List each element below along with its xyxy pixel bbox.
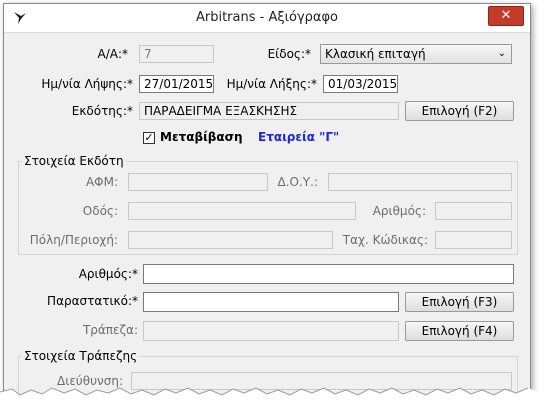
torn-edge-decoration — [0, 387, 539, 420]
street-label: Οδός: — [82, 204, 118, 218]
street-number-field — [435, 202, 512, 220]
zip-field — [435, 231, 512, 249]
transfer-checkbox[interactable]: ✓ — [143, 132, 155, 144]
receipt-date-field[interactable]: 27/01/2015 — [139, 75, 214, 93]
check-number-field[interactable] — [143, 264, 514, 284]
aa-field: 7 — [139, 45, 214, 63]
dialog-window: Arbitrans - Αξιόγραφο ✕ Α/Α:* 7 Είδος:* … — [3, 3, 531, 415]
bank-details-title: Στοιχεία Τράπεζης — [22, 349, 140, 363]
issuer-select-button[interactable]: Επιλογή (F2) — [405, 101, 514, 121]
issuer-details-title: Στοιχεία Εκδότη — [22, 154, 126, 168]
city-label: Πόλη/Περιοχή: — [29, 233, 118, 247]
document-field[interactable] — [143, 292, 399, 312]
check-number-label: Αριθμός:* — [78, 267, 138, 281]
bank-label: Τράπεζα: — [82, 323, 138, 337]
receipt-date-label: Ημ/νία Λήψης:* — [41, 77, 133, 91]
doy-field — [328, 173, 512, 191]
bank-select-button[interactable]: Επιλογή (F4) — [405, 321, 514, 341]
company-label: Εταιρεία "Γ" — [258, 130, 340, 144]
doy-label: Δ.Ο.Υ.: — [277, 175, 318, 189]
street-number-label: Αριθμός: — [372, 204, 426, 218]
close-button[interactable]: ✕ — [488, 6, 524, 26]
document-label: Παραστατικό:* — [47, 294, 138, 308]
aa-label: Α/Α:* — [97, 47, 128, 61]
window-title: Arbitrans - Αξιόγραφο — [195, 10, 339, 25]
issuer-label: Εκδότης:* — [71, 104, 133, 118]
bank-field — [143, 321, 399, 341]
city-field — [128, 231, 333, 249]
zip-label: Ταχ. Κώδικας: — [342, 233, 428, 247]
street-field — [128, 202, 356, 220]
afm-label: ΑΦΜ: — [85, 175, 118, 189]
expiry-date-label: Ημ/νία Λήξης:* — [226, 77, 317, 91]
expiry-date-field[interactable]: 01/03/2015 — [323, 75, 398, 93]
document-select-button[interactable]: Επιλογή (F3) — [405, 292, 514, 312]
chevron-down-icon: ⌄ — [497, 48, 506, 59]
type-label: Είδος:* — [267, 47, 311, 61]
form-area: Α/Α:* 7 Είδος:* Κλασική επιταγή ⌄ Ημ/νία… — [8, 34, 526, 414]
type-select-value: Κλασική επιταγή — [325, 47, 426, 61]
afm-field — [128, 173, 268, 191]
title-bar[interactable]: Arbitrans - Αξιόγραφο ✕ — [4, 4, 530, 33]
type-select[interactable]: Κλασική επιταγή ⌄ — [320, 44, 512, 64]
transfer-label: Μεταβίβαση — [160, 130, 243, 144]
issuer-field: ΠΑΡΑΔΕΙΓΜΑ ΕΞΑΣΚΗΣΗΣ — [139, 102, 399, 120]
